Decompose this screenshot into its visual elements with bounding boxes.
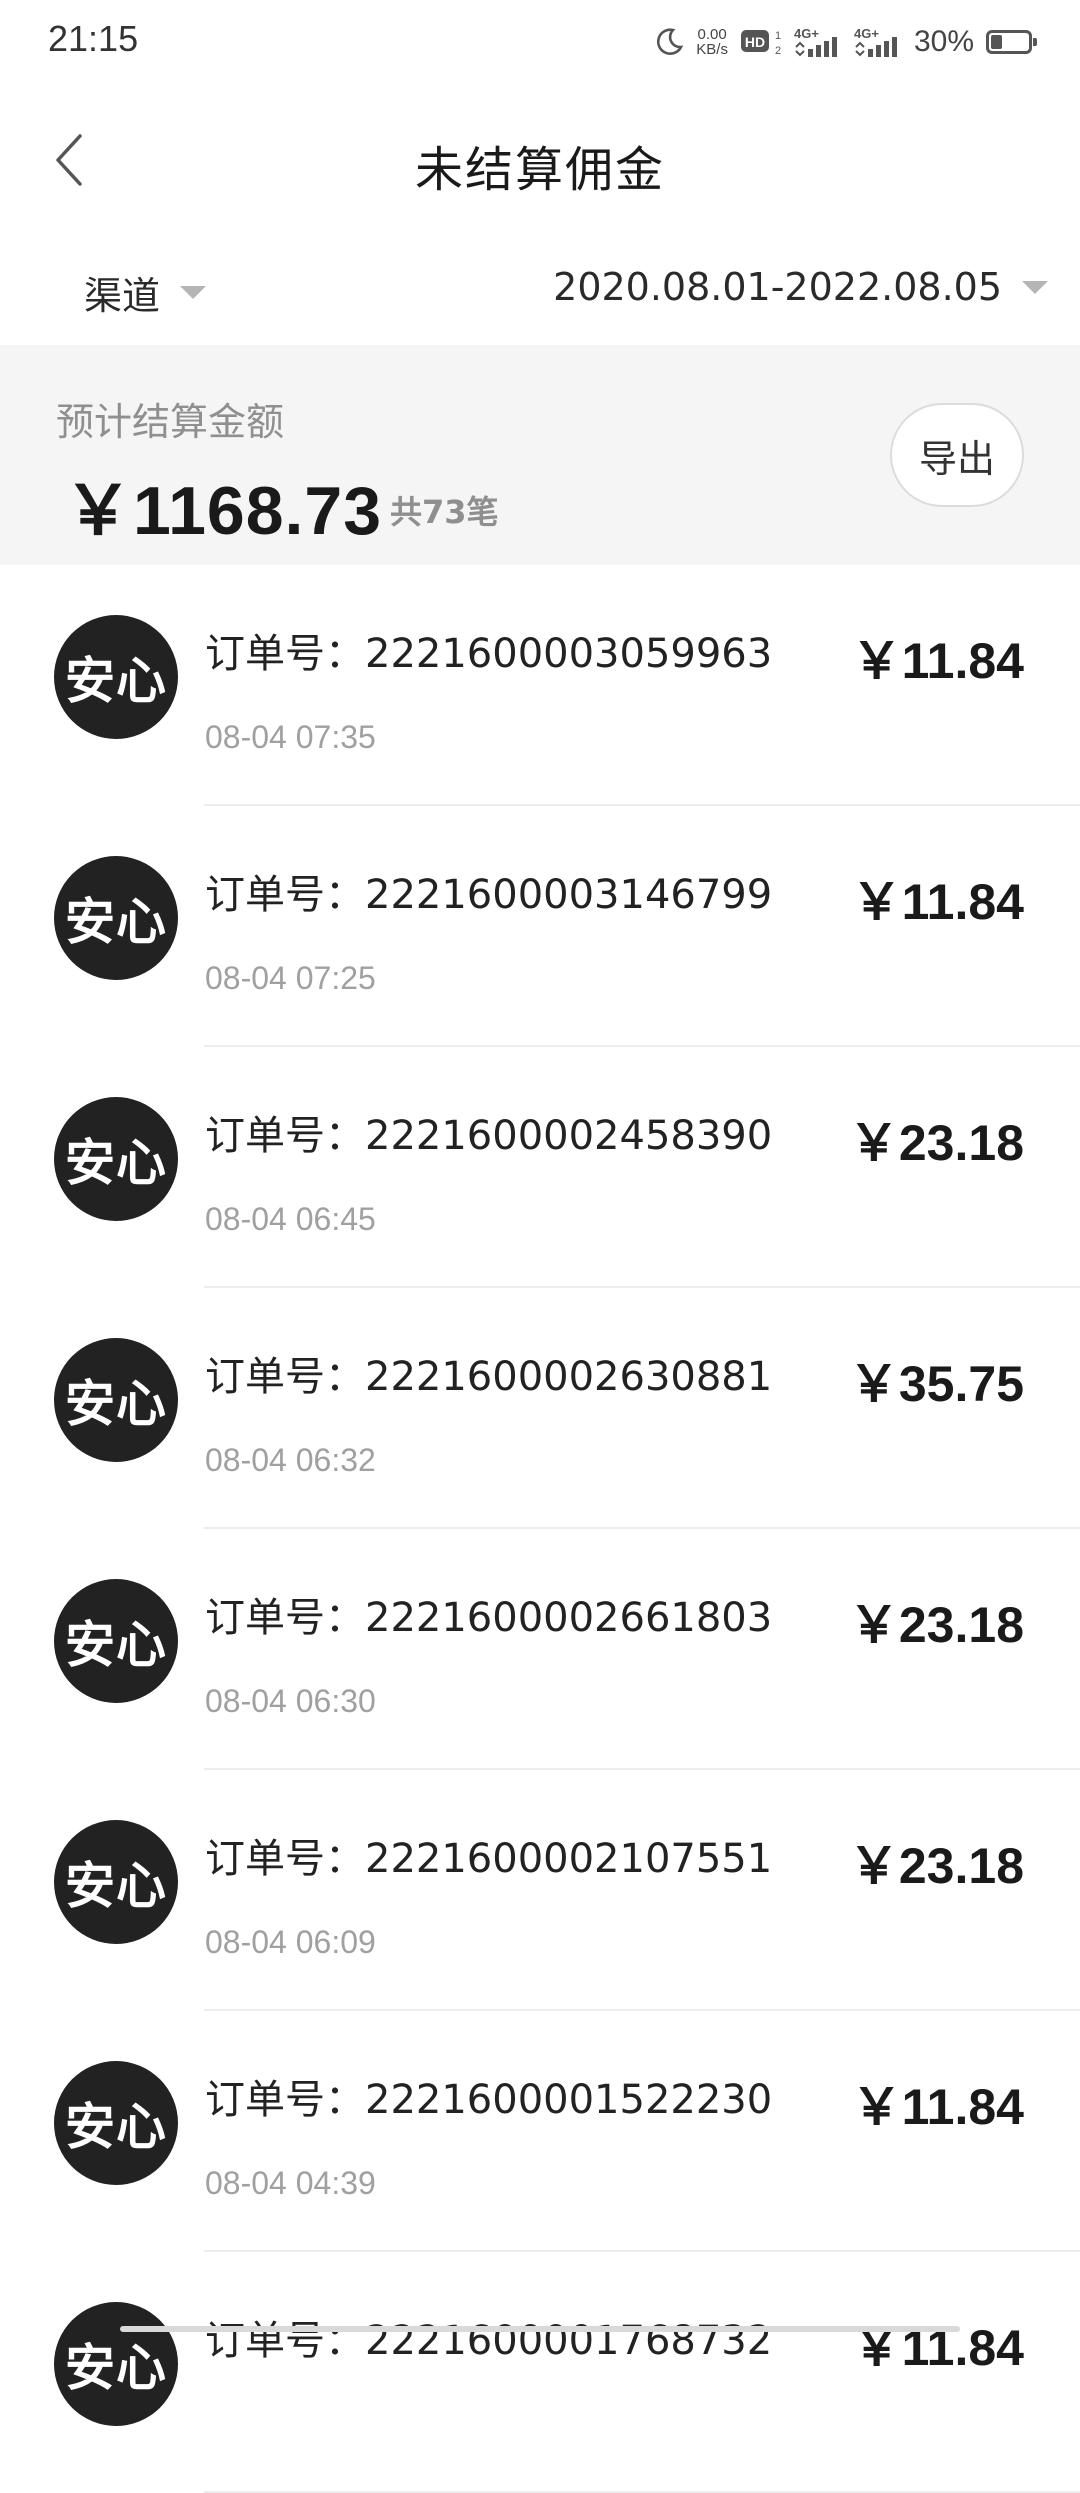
order-time: 08-04 07:35 bbox=[205, 719, 376, 755]
list-item[interactable]: 安心 订单号：2221600001522230 08-04 04:39 ￥11.… bbox=[0, 2011, 1080, 2252]
list-item[interactable]: 安心 订单号：2221600002661803 08-04 06:30 ￥23.… bbox=[0, 1529, 1080, 1770]
moon-icon bbox=[654, 27, 684, 57]
order-amount: ￥23.18 bbox=[848, 1115, 1024, 1171]
anxin-badge: 安心 bbox=[54, 615, 178, 739]
order-amount: ￥11.84 bbox=[851, 874, 1024, 930]
order-time: 08-04 06:45 bbox=[205, 1201, 376, 1237]
page-title: 未结算佣金 bbox=[414, 142, 665, 198]
order-number: 订单号：2221600002661803 bbox=[205, 1595, 773, 1641]
net-speed-value: 0.00 bbox=[697, 26, 727, 43]
order-number: 订单号：2221600003059963 bbox=[205, 631, 773, 677]
battery-fill bbox=[991, 35, 1002, 49]
signal-icon: 4G+ bbox=[794, 25, 842, 59]
date-range-dropdown[interactable]: 2020.08.01-2022.08.05 bbox=[553, 265, 1048, 309]
battery-percent: 30% bbox=[913, 25, 974, 58]
anxin-badge: 安心 bbox=[54, 1097, 178, 1221]
order-amount: ￥11.84 bbox=[851, 633, 1024, 689]
anxin-badge: 安心 bbox=[54, 1338, 178, 1462]
anxin-badge: 安心 bbox=[54, 1820, 178, 1944]
order-list: 安心 订单号：2221600003059963 08-04 07:35 ￥11.… bbox=[0, 565, 1080, 2493]
hd-label: HD bbox=[745, 34, 765, 50]
anxin-badge: 安心 bbox=[54, 2061, 178, 2185]
caret-down-icon bbox=[180, 286, 207, 299]
svg-text:2: 2 bbox=[775, 45, 781, 57]
order-time: 08-04 06:09 bbox=[205, 1924, 376, 1960]
signal-icon-2: 4G+ bbox=[854, 25, 902, 59]
summary-amount: ￥1168.73 bbox=[64, 473, 383, 549]
signal2-label: 4G+ bbox=[854, 26, 879, 41]
list-item[interactable]: 安心 订单号：2221600001768732 ￥11.84 bbox=[0, 2252, 1080, 2493]
order-number: 订单号：2221600001768732 bbox=[205, 2318, 773, 2364]
svg-text:1: 1 bbox=[775, 30, 781, 42]
order-amount: ￥11.84 bbox=[851, 2079, 1024, 2135]
order-number: 订单号：2221600003146799 bbox=[205, 872, 773, 918]
order-number: 订单号：2221600002107551 bbox=[205, 1836, 773, 1882]
order-number: 订单号：2221600002458390 bbox=[205, 1113, 773, 1159]
order-amount: ￥11.84 bbox=[851, 2320, 1024, 2376]
battery-icon bbox=[986, 30, 1037, 54]
channel-filter-dropdown[interactable]: 渠道 bbox=[84, 265, 207, 320]
hd-icon: HD 1 2 bbox=[740, 27, 782, 57]
status-bar: 21:15 0.00 KB/s HD 1 2 4G+ 4G+ 30% bbox=[0, 0, 1080, 84]
anxin-badge: 安心 bbox=[54, 2302, 178, 2426]
order-amount: ￥23.18 bbox=[848, 1838, 1024, 1894]
caret-down-icon bbox=[1022, 280, 1048, 294]
order-amount: ￥23.18 bbox=[848, 1597, 1024, 1653]
list-item[interactable]: 安心 订单号：2221600002458390 08-04 06:45 ￥23.… bbox=[0, 1047, 1080, 1288]
signal1-label: 4G+ bbox=[794, 26, 819, 41]
order-time: 08-04 06:30 bbox=[205, 1683, 376, 1719]
status-time: 21:15 bbox=[48, 18, 139, 59]
order-time: 08-04 04:39 bbox=[205, 2165, 376, 2201]
anxin-badge: 安心 bbox=[54, 1579, 178, 1703]
date-range-label: 2020.08.01-2022.08.05 bbox=[553, 265, 1002, 309]
summary-label: 预计结算金额 bbox=[56, 400, 285, 444]
header: 未结算佣金 bbox=[0, 100, 1080, 220]
list-item[interactable]: 安心 订单号：2221600003146799 08-04 07:25 ￥11.… bbox=[0, 806, 1080, 1047]
summary-count: 共73笔 bbox=[390, 493, 499, 531]
order-number: 订单号：2221600001522230 bbox=[205, 2077, 773, 2123]
list-item[interactable]: 安心 订单号：2221600002107551 08-04 06:09 ￥23.… bbox=[0, 1770, 1080, 2011]
list-item[interactable]: 安心 订单号：2221600003059963 08-04 07:35 ￥11.… bbox=[0, 565, 1080, 806]
scroll-indicator bbox=[120, 2326, 960, 2332]
anxin-badge: 安心 bbox=[54, 856, 178, 980]
order-time: 08-04 06:32 bbox=[205, 1442, 376, 1478]
export-button[interactable]: 导出 bbox=[890, 403, 1024, 507]
order-number: 订单号：2221600002630881 bbox=[205, 1354, 773, 1400]
order-time: 08-04 07:25 bbox=[205, 960, 376, 996]
channel-filter-label: 渠道 bbox=[84, 274, 161, 318]
order-amount: ￥35.75 bbox=[848, 1356, 1024, 1412]
summary-panel: 预计结算金额 ￥1168.73 共73笔 导出 bbox=[0, 345, 1080, 565]
net-speed-unit: KB/s bbox=[696, 41, 728, 58]
filter-row: 渠道 2020.08.01-2022.08.05 bbox=[0, 245, 1080, 345]
net-speed: 0.00 KB/s bbox=[696, 27, 728, 57]
status-icons: 0.00 KB/s HD 1 2 4G+ 4G+ 30% bbox=[654, 22, 1037, 62]
list-item[interactable]: 安心 订单号：2221600002630881 08-04 06:32 ￥35.… bbox=[0, 1288, 1080, 1529]
